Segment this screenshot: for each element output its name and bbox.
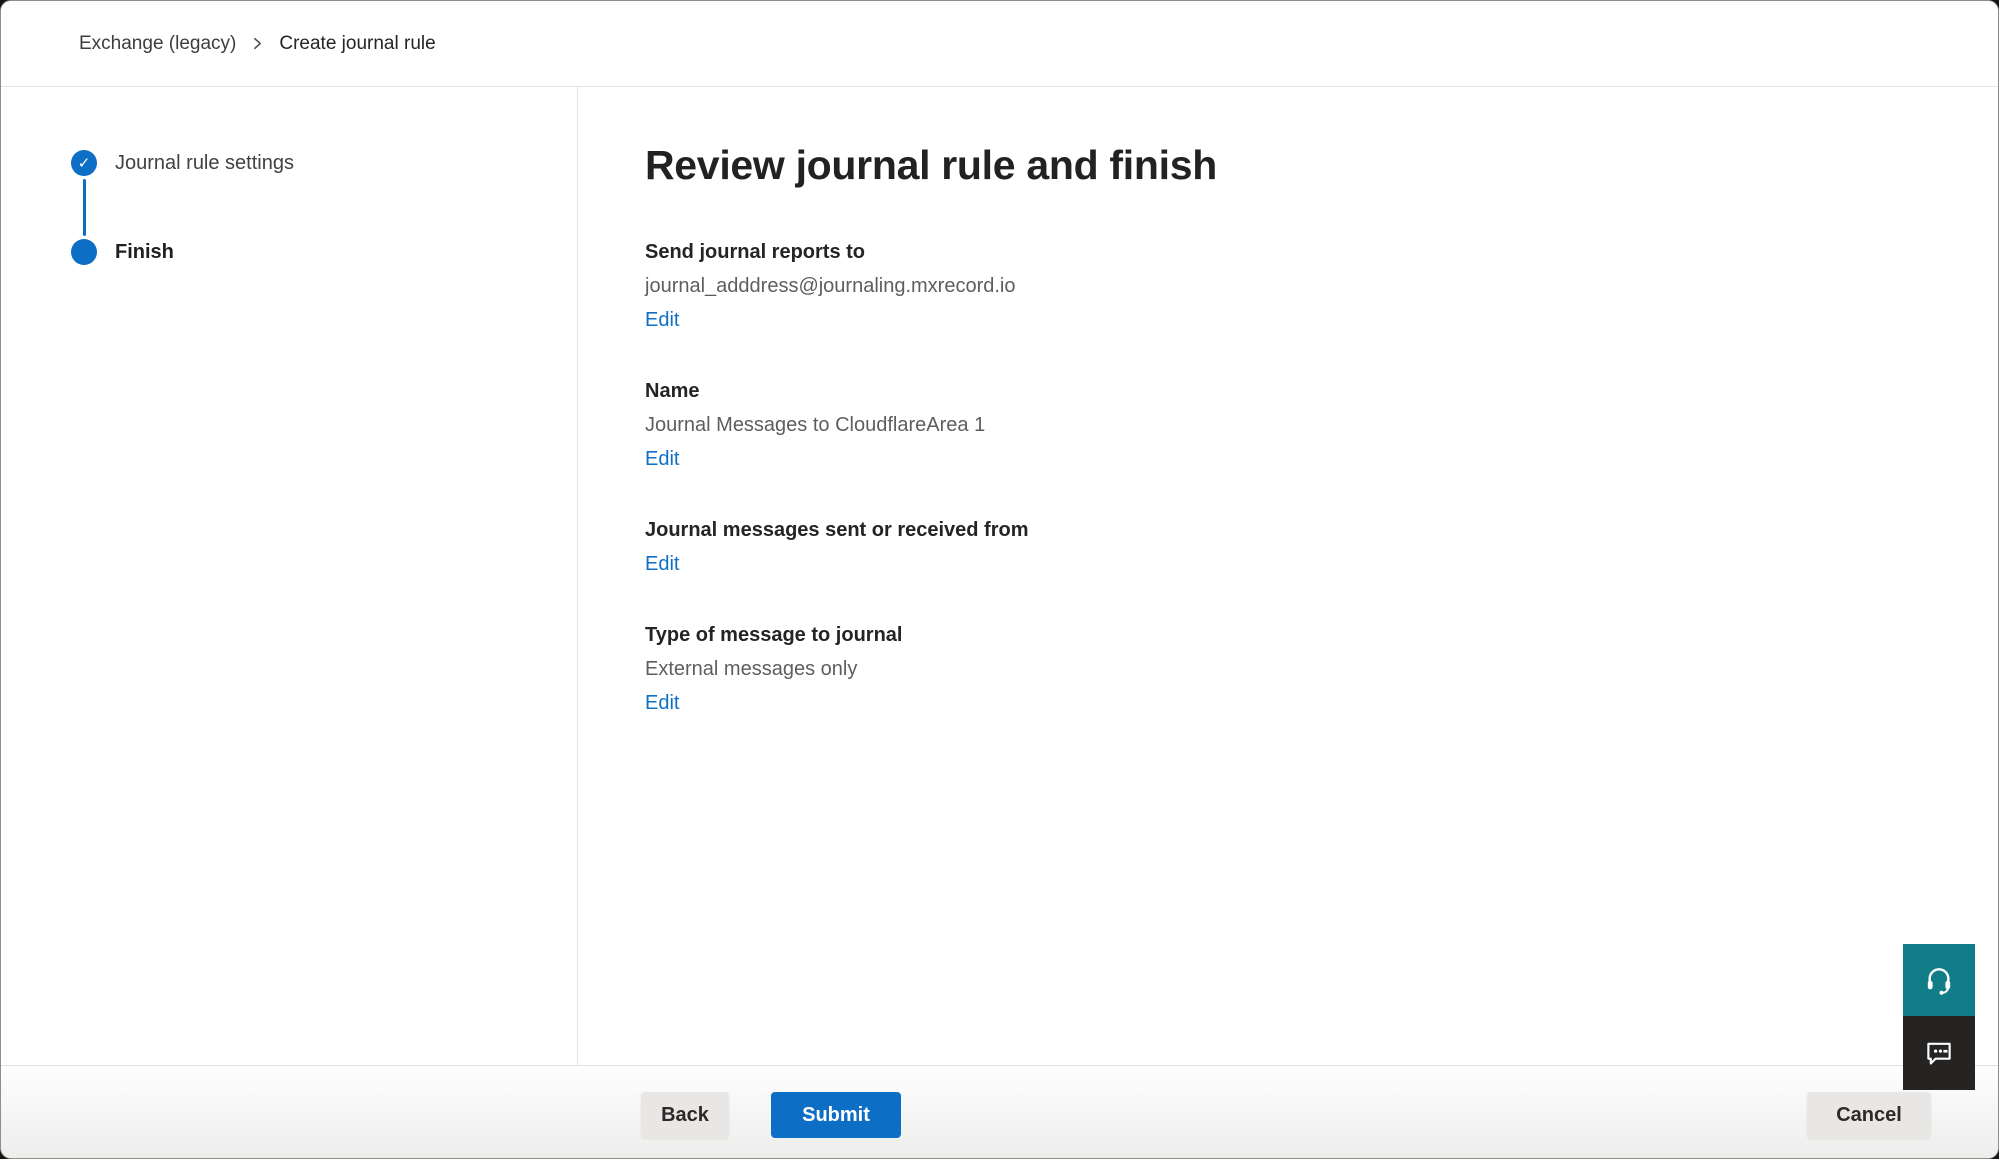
review-section-type-of-message-to-journal: Type of message to journal External mess… [645, 622, 1938, 717]
wizard-steps-panel: ✓ Journal rule settings Finish [1, 87, 578, 1066]
top-bar: Exchange (legacy) Create journal rule [1, 1, 1998, 87]
edit-link[interactable]: Edit [645, 551, 679, 578]
back-button[interactable]: Back [641, 1092, 729, 1138]
exchange-admin-window: Exchange (legacy) Create journal rule ✓ … [0, 0, 1999, 1159]
help-button[interactable] [1903, 944, 1975, 1016]
section-value: Journal Messages to CloudflareArea 1 [645, 412, 1938, 439]
wizard-body: ✓ Journal rule settings Finish Review jo… [1, 87, 1998, 1066]
page-title: Review journal rule and finish [645, 142, 1938, 189]
footer-bar: Back Submit Cancel [1, 1065, 1998, 1158]
chat-icon [1922, 1036, 1956, 1070]
section-label: Type of message to journal [645, 622, 1938, 649]
chevron-right-icon [251, 37, 264, 50]
wizard-step-journal-rule-settings[interactable]: ✓ Journal rule settings [71, 150, 577, 176]
breadcrumb-create-journal-rule: Create journal rule [279, 33, 435, 55]
edit-link[interactable]: Edit [645, 690, 679, 717]
wizard-step-finish[interactable]: Finish [71, 239, 577, 265]
breadcrumb-exchange-legacy[interactable]: Exchange (legacy) [79, 33, 236, 55]
step-connector-line [83, 179, 86, 236]
wizard-step-label: Journal rule settings [115, 152, 294, 175]
check-glyph: ✓ [78, 154, 91, 172]
cancel-button[interactable]: Cancel [1807, 1092, 1931, 1138]
review-section-journal-messages-sent-or-received-from: Journal messages sent or received from E… [645, 517, 1938, 578]
breadcrumb: Exchange (legacy) Create journal rule [79, 33, 436, 55]
headset-icon [1923, 964, 1955, 996]
submit-button[interactable]: Submit [771, 1092, 901, 1138]
check-icon: ✓ [71, 150, 97, 176]
wizard-step-label: Finish [115, 241, 174, 264]
section-label: Send journal reports to [645, 239, 1938, 266]
review-section-send-journal-reports-to: Send journal reports to journal_adddress… [645, 239, 1938, 334]
section-label: Journal messages sent or received from [645, 517, 1938, 544]
section-label: Name [645, 378, 1938, 405]
section-value: External messages only [645, 656, 1938, 683]
section-value: journal_adddress@journaling.mxrecord.io [645, 273, 1938, 300]
edit-link[interactable]: Edit [645, 307, 679, 334]
review-panel: Review journal rule and finish Send jour… [578, 87, 1998, 1066]
review-section-name: Name Journal Messages to CloudflareArea … [645, 378, 1938, 473]
current-step-dot-icon [71, 239, 97, 265]
edit-link[interactable]: Edit [645, 446, 679, 473]
feedback-button[interactable] [1903, 1016, 1975, 1090]
